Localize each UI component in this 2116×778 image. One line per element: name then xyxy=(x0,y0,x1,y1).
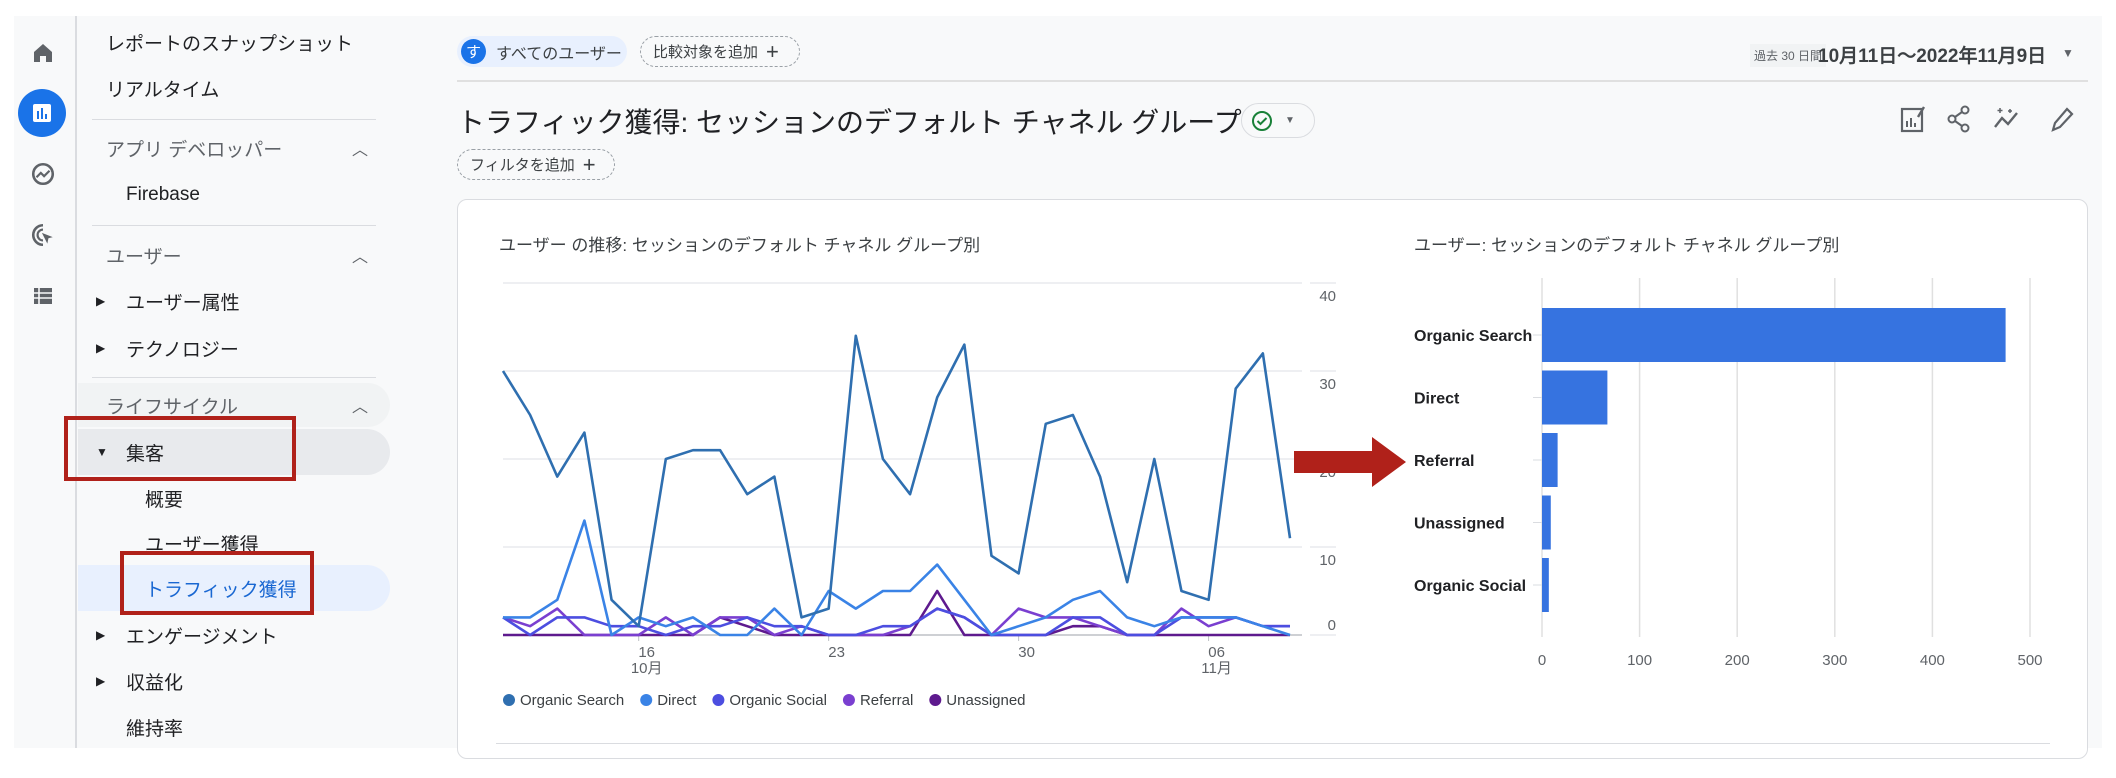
legend-marker xyxy=(503,694,515,706)
legend-label: Direct xyxy=(657,692,697,709)
category-label: Direct xyxy=(1414,391,1460,408)
category-label: Unassigned xyxy=(1414,516,1505,533)
legend-marker xyxy=(929,694,942,706)
bar-organic-search xyxy=(1542,308,2006,362)
x-tick-label: 400 xyxy=(1920,652,1945,669)
x-tick-label: 30 xyxy=(1018,644,1035,661)
y-tick-label: 30 xyxy=(1319,376,1336,393)
legend-label: Referral xyxy=(860,692,913,709)
x-tick-label: 16 xyxy=(638,644,655,661)
y-tick-label: 0 xyxy=(1328,617,1336,634)
bar-referral xyxy=(1542,433,1558,487)
charts-canvas: 0102030401610月23300611月Organic SearchDir… xyxy=(501,278,2043,709)
legend-marker xyxy=(640,694,653,706)
bar-organic-social xyxy=(1542,558,1549,612)
x-tick-label: 0 xyxy=(1538,652,1546,669)
legend-label: Unassigned xyxy=(946,692,1025,709)
series-line-organic-search xyxy=(501,334,1292,628)
category-label: Referral xyxy=(1414,453,1474,470)
y-tick-label: 10 xyxy=(1319,552,1336,569)
legend-marker xyxy=(842,694,855,706)
card-divider xyxy=(496,743,2050,744)
x-tick-sublabel: 11月 xyxy=(1201,660,1232,677)
category-label: Organic Search xyxy=(1414,328,1532,345)
bar-direct xyxy=(1542,370,1608,425)
x-tick-label: 100 xyxy=(1627,652,1652,669)
x-tick-label: 06 xyxy=(1208,644,1225,661)
x-tick-label: 200 xyxy=(1725,652,1750,669)
category-label: Organic Social xyxy=(1414,578,1526,595)
red-arrow-annotation xyxy=(1294,437,1406,487)
legend-label: Organic Search xyxy=(520,692,624,709)
x-tick-label: 500 xyxy=(2017,652,2042,669)
bar-unassigned xyxy=(1542,495,1551,550)
x-tick-label: 300 xyxy=(1822,652,1847,669)
legend-marker xyxy=(712,694,725,706)
legend-label: Organic Social xyxy=(729,692,827,709)
y-tick-label: 40 xyxy=(1319,288,1336,305)
x-tick-label: 23 xyxy=(828,644,845,661)
x-tick-sublabel: 10月 xyxy=(631,660,663,677)
